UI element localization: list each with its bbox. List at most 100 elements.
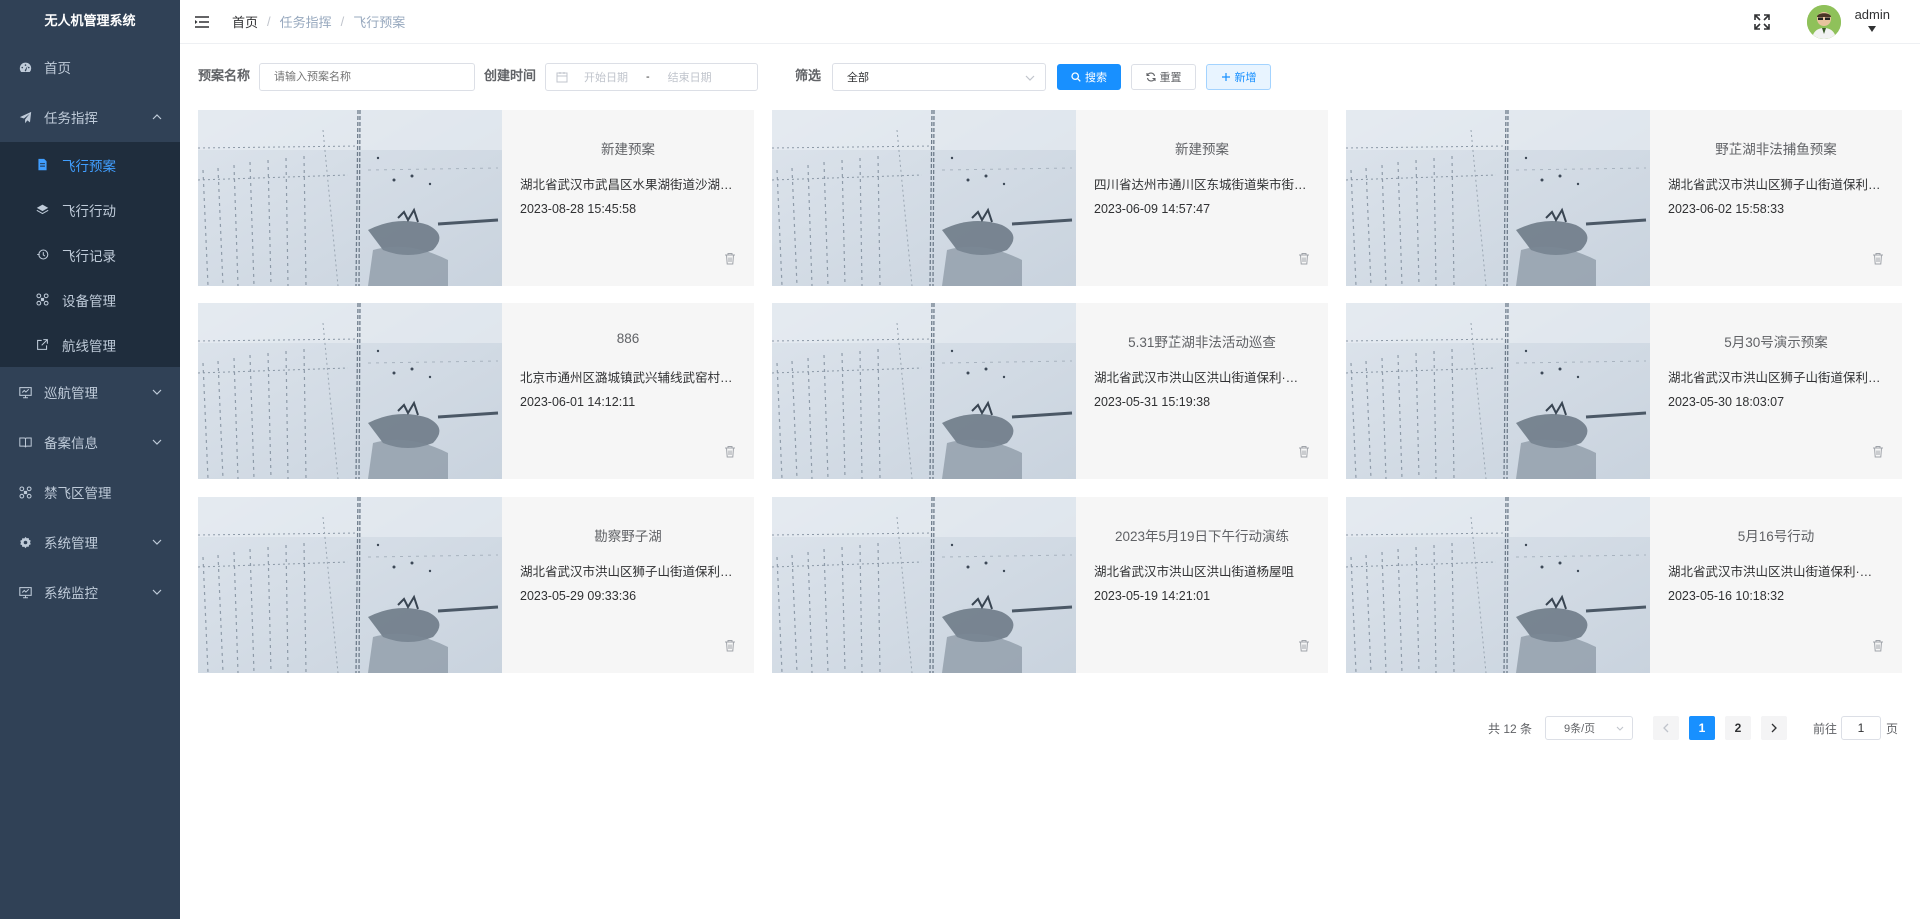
plan-created-time: 2023-05-19 14:21:01 xyxy=(1094,589,1211,603)
sidebar-item-cruise-management[interactable]: 巡航管理 xyxy=(0,367,180,417)
sidebar-item-label: 系统管理 xyxy=(44,536,98,551)
plan-thumbnail xyxy=(1346,110,1650,286)
chevron-left-icon xyxy=(1663,723,1669,733)
external-link-icon xyxy=(36,338,50,352)
sidebar-item-label: 航线管理 xyxy=(62,338,116,354)
delete-icon[interactable] xyxy=(1298,639,1310,652)
search-button[interactable]: 搜索 xyxy=(1057,64,1121,90)
date-range-picker[interactable]: 开始日期 - 结束日期 xyxy=(545,63,758,91)
plan-address: 北京市通州区潞城镇武兴辅线武窑村… xyxy=(520,371,733,385)
chevron-down-icon xyxy=(152,539,162,545)
add-button[interactable]: 新增 xyxy=(1206,64,1271,90)
sidebar: 无人机管理系统 首页 任务指挥 飞行预案 飞行行动 飞行记录 设备管理 航线管理… xyxy=(0,0,180,919)
menu-toggle-icon[interactable] xyxy=(194,14,210,30)
breadcrumb-task-command[interactable]: 任务指挥 xyxy=(280,12,332,31)
chevron-down-icon xyxy=(152,589,162,595)
sidebar-item-flight-action[interactable]: 飞行行动 xyxy=(0,187,180,232)
sidebar-item-device-management[interactable]: 设备管理 xyxy=(0,277,180,322)
plan-created-time: 2023-06-01 14:12:11 xyxy=(520,395,636,409)
plan-card[interactable]: 野芷湖非法捕鱼预案 湖北省武汉市洪山区狮子山街道保利… 2023-06-02 1… xyxy=(1346,110,1902,286)
filter-select-value: 全部 xyxy=(847,72,869,84)
end-date-input[interactable]: 结束日期 xyxy=(668,69,712,85)
avatar[interactable] xyxy=(1806,5,1841,39)
fullscreen-icon[interactable] xyxy=(1753,13,1771,31)
prev-page-button[interactable] xyxy=(1653,716,1679,740)
sidebar-item-label: 禁飞区管理 xyxy=(44,486,112,501)
plan-card[interactable]: 5月16号行动 湖北省武汉市洪山区洪山街道保利·… 2023-05-16 10:… xyxy=(1346,497,1902,673)
chevron-down-icon xyxy=(152,439,162,445)
sidebar-item-flight-record[interactable]: 飞行记录 xyxy=(0,232,180,277)
plan-name-label: 预案名称 xyxy=(198,68,251,83)
plan-thumbnail xyxy=(1346,497,1650,673)
sidebar-item-system-monitor[interactable]: 系统监控 xyxy=(0,567,180,617)
delete-icon[interactable] xyxy=(1872,252,1884,265)
plan-name-input[interactable] xyxy=(259,63,475,91)
sidebar-item-route-management[interactable]: 航线管理 xyxy=(0,322,180,367)
breadcrumb-home[interactable]: 首页 xyxy=(232,12,258,31)
plan-card[interactable]: 5.31野芷湖非法活动巡查 湖北省武汉市洪山区洪山街道保利·… 2023-05-… xyxy=(772,303,1328,479)
goto-suffix: 页 xyxy=(1886,722,1899,736)
layers-icon xyxy=(36,203,50,217)
search-icon xyxy=(1071,72,1081,82)
sidebar-item-label: 首页 xyxy=(44,61,71,76)
sidebar-item-task-command[interactable]: 任务指挥 xyxy=(0,92,180,142)
plan-created-time: 2023-06-02 15:58:33 xyxy=(1668,202,1785,216)
plus-icon xyxy=(1221,73,1230,81)
history-icon xyxy=(36,248,50,262)
task-command-submenu: 飞行预案 飞行行动 飞行记录 设备管理 航线管理 xyxy=(0,142,180,367)
delete-icon[interactable] xyxy=(724,639,736,652)
sidebar-item-label: 系统监控 xyxy=(44,586,98,601)
sidebar-item-label: 飞行预案 xyxy=(62,158,116,174)
delete-icon[interactable] xyxy=(1298,252,1310,265)
next-page-button[interactable] xyxy=(1761,716,1787,740)
plan-title: 886 xyxy=(616,331,640,346)
delete-icon[interactable] xyxy=(724,252,736,265)
sidebar-item-label: 任务指挥 xyxy=(44,111,98,126)
sidebar-item-filing-info[interactable]: 备案信息 xyxy=(0,417,180,467)
sidebar-item-no-fly-zone[interactable]: 禁飞区管理 xyxy=(0,467,180,517)
plan-thumbnail xyxy=(198,303,502,479)
created-time-label: 创建时间 xyxy=(484,68,537,83)
plan-address: 湖北省武汉市洪山区狮子山街道保利… xyxy=(1668,178,1881,192)
reset-button-label: 重置 xyxy=(1159,72,1182,84)
sidebar-item-label: 飞行记录 xyxy=(62,248,116,264)
page-button[interactable]: 2 xyxy=(1725,716,1751,740)
delete-icon[interactable] xyxy=(1872,639,1884,652)
goto-page-input[interactable]: 1 xyxy=(1841,716,1881,740)
calendar-icon xyxy=(556,72,568,83)
plan-address: 湖北省武汉市洪山区洪山街道保利·… xyxy=(1094,371,1299,385)
reset-button[interactable]: 重置 xyxy=(1131,64,1196,90)
page-size-select[interactable]: 9条/页 xyxy=(1545,716,1633,740)
plan-card[interactable]: 886 北京市通州区潞城镇武兴辅线武窑村… 2023-06-01 14:12:1… xyxy=(198,303,754,479)
sidebar-item-home[interactable]: 首页 xyxy=(0,42,180,92)
start-date-input[interactable]: 开始日期 xyxy=(584,69,628,85)
sidebar-item-label: 设备管理 xyxy=(62,293,116,309)
page-button[interactable]: 1 xyxy=(1689,716,1715,740)
plan-title: 新建预案 xyxy=(1175,142,1229,157)
plan-address: 四川省达州市通川区东城街道柴市街… xyxy=(1094,178,1307,192)
plan-created-time: 2023-05-31 15:19:38 xyxy=(1094,395,1211,409)
plan-title: 勘察野子湖 xyxy=(594,529,662,544)
plan-card[interactable]: 5月30号演示预案 湖北省武汉市洪山区狮子山街道保利… 2023-05-30 1… xyxy=(1346,303,1902,479)
page-size-value: 9条/页 xyxy=(1564,723,1596,735)
filter-select[interactable]: 全部 xyxy=(832,63,1046,91)
sidebar-item-label: 飞行行动 xyxy=(62,203,116,219)
caret-down-icon xyxy=(1868,25,1877,32)
breadcrumb-separator: / xyxy=(267,14,271,29)
plan-address: 湖北省武汉市洪山区狮子山街道保利… xyxy=(1668,371,1881,385)
sidebar-item-flight-plan[interactable]: 飞行预案 xyxy=(0,142,180,187)
plan-card[interactable]: 新建预案 四川省达州市通川区东城街道柴市街… 2023-06-09 14:57:… xyxy=(772,110,1328,286)
plan-card[interactable]: 勘察野子湖 湖北省武汉市洪山区狮子山街道保利… 2023-05-29 09:33… xyxy=(198,497,754,673)
plan-card[interactable]: 2023年5月19日下午行动演练 湖北省武汉市洪山区洪山街道杨屋咀 2023-0… xyxy=(772,497,1328,673)
delete-icon[interactable] xyxy=(724,445,736,458)
delete-icon[interactable] xyxy=(1298,445,1310,458)
send-icon xyxy=(18,110,32,124)
user-menu[interactable]: admin xyxy=(1855,7,1890,32)
delete-icon[interactable] xyxy=(1872,445,1884,458)
sidebar-item-label: 备案信息 xyxy=(44,436,98,451)
sidebar-item-system-management[interactable]: 系统管理 xyxy=(0,517,180,567)
plan-thumbnail xyxy=(198,497,502,673)
plan-created-time: 2023-05-29 09:33:36 xyxy=(520,589,637,603)
add-button-label: 新增 xyxy=(1234,72,1257,84)
plan-card[interactable]: 新建预案 湖北省武汉市武昌区水果湖街道沙湖… 2023-08-28 15:45:… xyxy=(198,110,754,286)
